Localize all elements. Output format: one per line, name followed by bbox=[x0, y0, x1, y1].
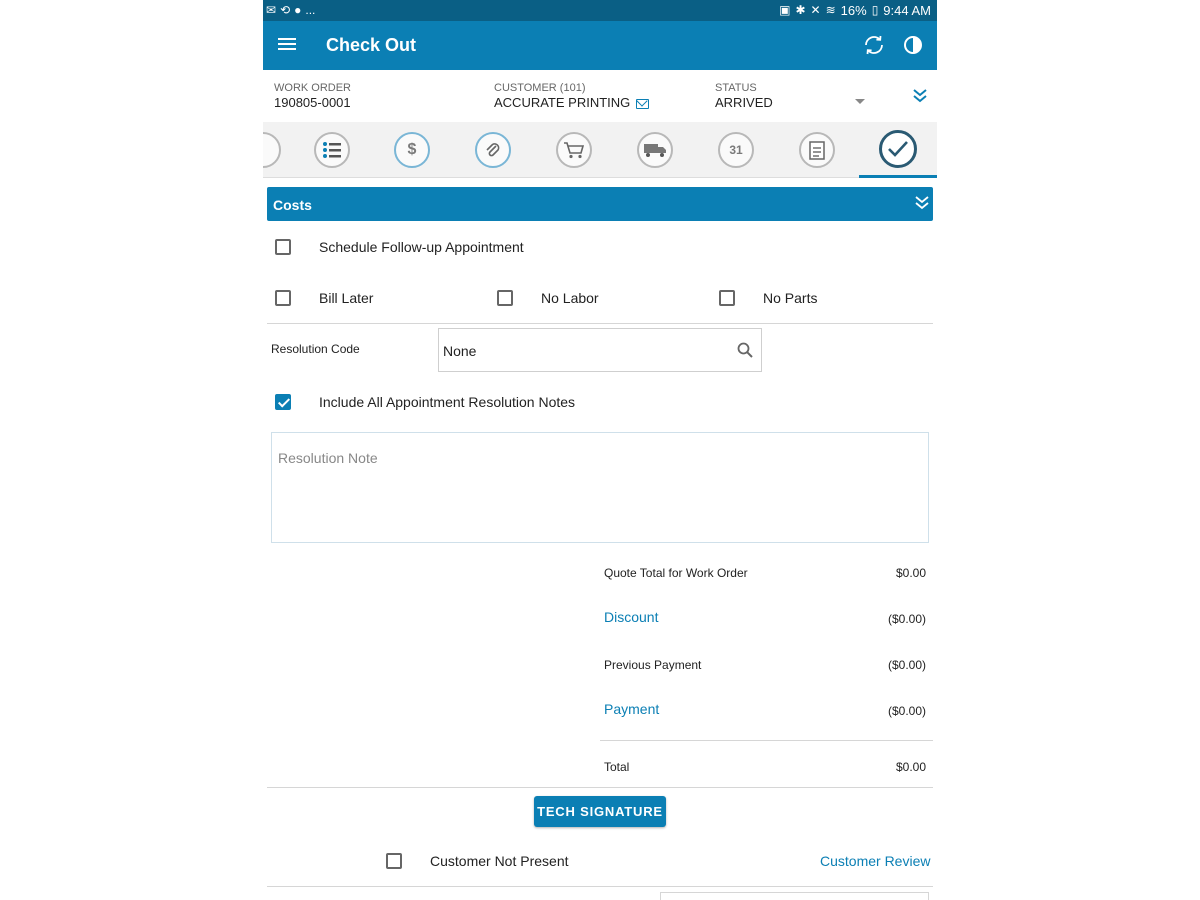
resolution-note-textarea[interactable]: Resolution Note bbox=[271, 432, 929, 543]
no-parts-label: No Parts bbox=[763, 290, 818, 306]
page-title: Check Out bbox=[326, 35, 417, 55]
resolution-code-value: None bbox=[443, 343, 477, 359]
resolution-note-placeholder: Resolution Note bbox=[278, 450, 378, 466]
app-bar: Check Out bbox=[263, 21, 937, 70]
sync-icon[interactable] bbox=[862, 33, 886, 57]
overflow-text: ... bbox=[305, 3, 316, 17]
list-icon bbox=[314, 132, 350, 168]
truck-icon bbox=[637, 132, 673, 168]
customer-review-link[interactable]: Customer Review bbox=[820, 853, 930, 869]
resolution-code-input[interactable]: None bbox=[438, 328, 762, 372]
hamburger-menu-icon[interactable] bbox=[277, 35, 297, 55]
costs-section-title: Costs bbox=[273, 197, 312, 213]
work-order-label: WORK ORDER bbox=[274, 82, 351, 94]
customer-not-present-checkbox[interactable] bbox=[386, 853, 402, 869]
wifi-icon: ≋ bbox=[825, 3, 836, 17]
total-label: Total bbox=[604, 760, 630, 774]
tab-checkout[interactable] bbox=[859, 122, 937, 178]
system-icons: ▣ ✱ ✕ ≋ 16% ▯ 9:44 AM bbox=[779, 2, 931, 18]
costs-section-header[interactable]: Costs bbox=[267, 187, 933, 221]
email-customer-icon[interactable] bbox=[636, 98, 650, 109]
calendar-icon: 31 bbox=[718, 132, 754, 168]
cart-icon bbox=[556, 132, 592, 168]
discount-row: Discount ($0.00) bbox=[604, 609, 926, 629]
discount-link[interactable]: Discount bbox=[604, 609, 658, 625]
divider bbox=[267, 323, 933, 324]
status-dropdown-caret-icon[interactable] bbox=[855, 99, 865, 104]
collapse-costs-chevron-icon[interactable] bbox=[915, 195, 929, 211]
search-icon[interactable] bbox=[737, 342, 753, 358]
dollar-quote-icon: $ bbox=[394, 132, 430, 168]
checklist-icon bbox=[799, 132, 835, 168]
payment-row: Payment ($0.00) bbox=[604, 701, 926, 721]
total-value: $0.00 bbox=[895, 760, 926, 774]
mail-notification-icon: ✉ bbox=[266, 3, 277, 17]
tab-details[interactable] bbox=[294, 122, 370, 178]
battery-icon: ▯ bbox=[871, 3, 879, 17]
customer-value: ACCURATE PRINTING bbox=[494, 95, 631, 110]
schedule-follow-up-checkbox[interactable] bbox=[275, 239, 291, 255]
work-order-field: WORK ORDER 190805-0001 bbox=[274, 82, 351, 110]
tab-quote[interactable]: $ bbox=[374, 122, 450, 178]
divider bbox=[267, 886, 933, 887]
customer-field: CUSTOMER (101) ACCURATE PRINTING bbox=[494, 82, 650, 110]
tab-checklist[interactable] bbox=[779, 122, 855, 178]
chat-notification-icon: ● bbox=[294, 3, 302, 17]
discount-value: ($0.00) bbox=[887, 612, 926, 626]
no-labor-label: No Labor bbox=[541, 290, 599, 306]
work-order-header: WORK ORDER 190805-0001 CUSTOMER (101) AC… bbox=[263, 70, 937, 122]
quote-total-value: $0.00 bbox=[895, 566, 926, 580]
status-value: ARRIVED bbox=[715, 95, 773, 110]
app-window: ✉ ⟲ ● ... ▣ ✱ ✕ ≋ 16% ▯ 9:44 AM Check Ou… bbox=[263, 0, 937, 900]
include-notes-checkbox[interactable] bbox=[275, 394, 291, 410]
tab-shipping[interactable] bbox=[617, 122, 693, 178]
tech-signature-button[interactable]: TECH SIGNATURE bbox=[534, 796, 666, 827]
resolution-code-label: Resolution Code bbox=[271, 342, 360, 356]
bill-later-checkbox[interactable] bbox=[275, 290, 291, 306]
signature-box[interactable] bbox=[660, 892, 929, 900]
customer-label: CUSTOMER (101) bbox=[494, 82, 586, 94]
previous-payment-value: ($0.00) bbox=[887, 658, 926, 672]
tab-schedule[interactable]: 31 bbox=[698, 122, 774, 178]
section-tab-strip: $ 31 bbox=[263, 122, 937, 178]
quote-total-label: Quote Total for Work Order bbox=[604, 566, 748, 580]
status-label: STATUS bbox=[715, 82, 757, 94]
notification-icons: ✉ ⟲ ● ... bbox=[266, 2, 315, 18]
include-notes-label: Include All Appointment Resolution Notes bbox=[319, 394, 576, 410]
clock: 9:44 AM bbox=[883, 2, 931, 18]
calendar-day: 31 bbox=[729, 143, 743, 157]
tab-attachments[interactable] bbox=[455, 122, 531, 178]
mute-icon: ✕ bbox=[810, 3, 821, 17]
payment-link[interactable]: Payment bbox=[604, 701, 659, 717]
lock-icon: ▣ bbox=[779, 3, 791, 17]
totals-divider bbox=[600, 740, 933, 741]
system-status-bar: ✉ ⟲ ● ... ▣ ✱ ✕ ≋ 16% ▯ 9:44 AM bbox=[263, 0, 937, 21]
customer-value-row: ACCURATE PRINTING bbox=[494, 95, 650, 110]
work-order-value: 190805-0001 bbox=[274, 95, 351, 110]
divider bbox=[267, 787, 933, 788]
bluetooth-icon: ✱ bbox=[795, 3, 806, 17]
battery-percent: 16% bbox=[840, 2, 867, 18]
attachment-icon bbox=[475, 132, 511, 168]
sync-notification-icon: ⟲ bbox=[280, 3, 291, 17]
schedule-follow-up-label: Schedule Follow-up Appointment bbox=[319, 239, 524, 255]
contrast-icon[interactable] bbox=[902, 34, 924, 56]
tab-parts[interactable] bbox=[536, 122, 612, 178]
status-field[interactable]: STATUS ARRIVED bbox=[715, 82, 773, 110]
partial-tab-icon bbox=[263, 132, 281, 168]
no-labor-checkbox[interactable] bbox=[497, 290, 513, 306]
bill-later-label: Bill Later bbox=[319, 290, 374, 306]
total-row: Total $0.00 bbox=[604, 760, 926, 780]
checkout-check-icon bbox=[879, 129, 917, 168]
expand-header-chevron-icon[interactable] bbox=[913, 88, 927, 104]
quote-total-row: Quote Total for Work Order $0.00 bbox=[604, 566, 926, 586]
previous-payment-label: Previous Payment bbox=[604, 658, 702, 672]
previous-payment-row: Previous Payment ($0.00) bbox=[604, 658, 926, 678]
customer-not-present-label: Customer Not Present bbox=[430, 853, 569, 869]
payment-value: ($0.00) bbox=[887, 704, 926, 718]
no-parts-checkbox[interactable] bbox=[719, 290, 735, 306]
